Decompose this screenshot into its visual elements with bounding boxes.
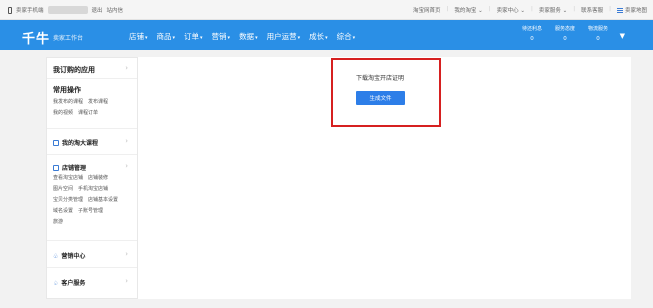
sidebar-link[interactable]: 旅游 <box>53 219 63 225</box>
sidebar: 我订购的应用 › 常用操作 我发布的课程 发布课程 我的视频 课程订单 我的淘大课程… <box>46 57 138 299</box>
main-nav: 店铺▾ 商品▾ 订单▾ 营销▾ 数据▾ 用户运营▾ 成长▾ 综合▾ <box>129 31 364 42</box>
stat-item[interactable]: 待还利息 0 <box>522 25 542 42</box>
nav-user-ops[interactable]: 用户运营▾ <box>267 31 301 42</box>
sidebar-link[interactable]: 我发布的课程 <box>53 99 83 105</box>
sidebar-link[interactable]: 课程订单 <box>78 110 98 116</box>
sidebar-my-apps[interactable]: 我订购的应用 › <box>47 58 137 79</box>
sidebar-link[interactable]: 宝贝分类管理 <box>53 197 83 203</box>
nav-products[interactable]: 商品▾ <box>157 31 176 42</box>
caret-down-icon[interactable]: ▼ <box>620 32 625 40</box>
qianniu-logo[interactable]: 千牛 <box>22 28 50 47</box>
chevron-right-icon: › <box>125 137 128 145</box>
nav-general[interactable]: 综合▾ <box>337 31 356 42</box>
sidebar-link[interactable]: 店铺基本设置 <box>88 197 118 203</box>
top-bar: 卖家手机端 退出 站内信 淘宝网首页 | 我的淘宝 ⌄ | 卖家中心 ⌄ | 卖… <box>0 0 653 20</box>
nav-growth[interactable]: 成长▾ <box>309 31 328 42</box>
chevron-down-icon: ▾ <box>325 35 328 41</box>
course-icon <box>53 140 59 146</box>
chevron-down-icon: ▾ <box>255 35 258 41</box>
nav-data[interactable]: 数据▾ <box>239 31 258 42</box>
inbox-link[interactable]: 站内信 <box>107 6 124 14</box>
seller-center-link[interactable]: 卖家中心 ⌄ <box>497 6 525 14</box>
sidebar-link[interactable]: 我的视频 <box>53 110 73 116</box>
chevron-right-icon[interactable]: › <box>125 162 128 170</box>
chevron-right-icon: › <box>125 277 128 285</box>
sidebar-link[interactable]: 查看淘宝店铺 <box>53 175 83 181</box>
seller-map-link[interactable]: 卖家地图 <box>616 6 647 14</box>
phone-icon <box>8 6 12 14</box>
logout-link[interactable]: 退出 <box>92 6 103 14</box>
workbench-subtitle: 卖家工作台 <box>53 35 84 42</box>
seller-phone-link[interactable]: 卖家手机端 <box>16 6 44 14</box>
chevron-right-icon: › <box>125 64 128 72</box>
nav-shop[interactable]: 店铺▾ <box>129 31 148 42</box>
chevron-down-icon: ▾ <box>297 35 301 41</box>
generate-file-button[interactable]: 生成文件 <box>356 91 405 105</box>
sidebar-link[interactable]: 店铺装修 <box>88 175 108 181</box>
contact-service-link[interactable]: 联系客服 <box>581 6 603 14</box>
chevron-down-icon: ▾ <box>352 35 356 41</box>
menu-icon <box>616 8 623 13</box>
sidebar-link[interactable]: 手机淘宝店铺 <box>78 186 108 192</box>
username-redacted <box>47 6 88 14</box>
shop-icon <box>53 165 59 171</box>
sidebar-link[interactable]: 图片空间 <box>53 186 73 192</box>
stat-item[interactable]: 服务态度 0 <box>555 25 575 42</box>
nav-marketing[interactable]: 营销▾ <box>212 31 231 42</box>
main-navbar: 千牛 卖家工作台 店铺▾ 商品▾ 订单▾ 营销▾ 数据▾ 用户运营▾ 成长▾ 综… <box>0 20 653 50</box>
sidebar-taobao-university[interactable]: 我的淘大课程 › <box>47 129 137 155</box>
chevron-down-icon: ▾ <box>200 35 203 41</box>
sidebar-common-ops: 常用操作 我发布的课程 发布课程 我的视频 课程订单 <box>47 79 137 129</box>
my-taobao-link[interactable]: 我的淘宝 ⌄ <box>454 6 482 14</box>
sidebar-shop-management: 店铺管理 › 查看淘宝店铺 店铺装修 图片空间 手机淘宝店铺 宝贝分类管理 店铺基本设… <box>47 155 137 241</box>
sidebar-link[interactable]: 发布课程 <box>88 99 108 105</box>
sidebar-link[interactable]: 子账号管理 <box>78 208 103 214</box>
sidebar-customer-service[interactable]: ♤ 客户服务 › <box>47 268 137 296</box>
chevron-down-icon: ▾ <box>227 35 231 41</box>
sidebar-link[interactable]: 域名设置 <box>53 208 73 214</box>
seller-service-link[interactable]: 卖家服务 ⌄ <box>539 6 567 14</box>
chevron-right-icon: › <box>125 250 128 258</box>
chevron-down-icon: ▾ <box>172 35 176 41</box>
sidebar-marketing-center[interactable]: ♧ 营销中心 › <box>47 241 137 268</box>
stat-item[interactable]: 物流服务 0 <box>588 25 608 42</box>
taobao-home-link[interactable]: 淘宝网首页 <box>413 6 441 14</box>
header-stats: 待还利息 0 服务态度 0 物流服务 0 <box>522 25 608 42</box>
nav-orders[interactable]: 订单▾ <box>184 31 203 42</box>
download-certificate-title: 下载淘宝开店证明 <box>356 75 405 82</box>
chevron-down-icon: ▾ <box>145 35 148 41</box>
marketing-icon: ♧ <box>53 253 59 260</box>
customer-icon: ♤ <box>53 280 59 287</box>
